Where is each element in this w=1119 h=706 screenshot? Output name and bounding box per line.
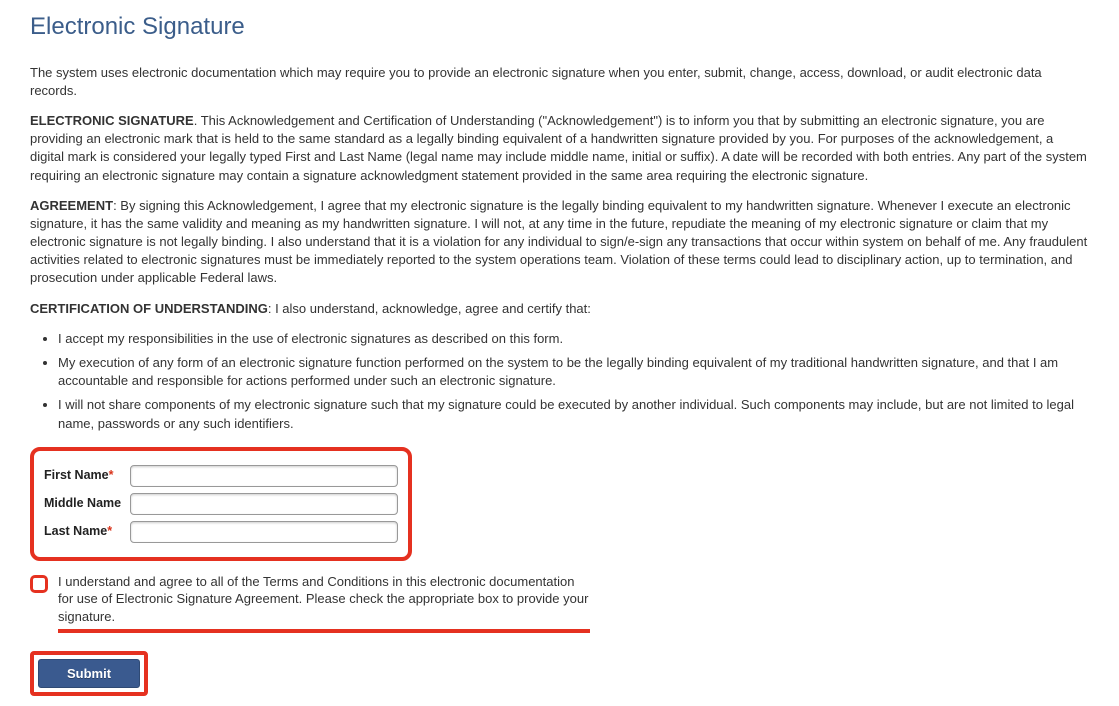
required-mark: * xyxy=(109,468,114,482)
submit-highlight: Submit xyxy=(30,651,148,696)
list-item: My execution of any form of an electroni… xyxy=(58,354,1089,390)
agreement-paragraph: AGREEMENT: By signing this Acknowledgeme… xyxy=(30,197,1089,288)
certification-label: CERTIFICATION OF UNDERSTANDING xyxy=(30,301,268,316)
agreement-label: AGREEMENT xyxy=(30,198,113,213)
certification-list: I accept my responsibilities in the use … xyxy=(30,330,1089,433)
required-mark: * xyxy=(107,524,112,538)
last-name-label: Last Name* xyxy=(44,523,130,541)
submit-button[interactable]: Submit xyxy=(38,659,140,688)
first-name-input[interactable] xyxy=(130,465,398,487)
last-name-input[interactable] xyxy=(130,521,398,543)
page-title: Electronic Signature xyxy=(30,10,1089,44)
list-item: I accept my responsibilities in the use … xyxy=(58,330,1089,348)
consent-row: I understand and agree to all of the Ter… xyxy=(30,573,590,634)
electronic-signature-label: ELECTRONIC SIGNATURE xyxy=(30,113,194,128)
agreement-text: : By signing this Acknowledgement, I agr… xyxy=(30,198,1087,286)
consent-checkbox[interactable] xyxy=(30,575,48,593)
electronic-signature-paragraph: ELECTRONIC SIGNATURE. This Acknowledgeme… xyxy=(30,112,1089,185)
name-input-group: First Name* Middle Name Last Name* xyxy=(30,447,412,561)
certification-text: : I also understand, acknowledge, agree … xyxy=(268,301,591,316)
middle-name-input[interactable] xyxy=(130,493,398,515)
consent-text: I understand and agree to all of the Ter… xyxy=(58,573,590,634)
certification-paragraph: CERTIFICATION OF UNDERSTANDING: I also u… xyxy=(30,300,1089,318)
list-item: I will not share components of my electr… xyxy=(58,396,1089,432)
intro-paragraph: The system uses electronic documentation… xyxy=(30,64,1089,100)
first-name-label: First Name* xyxy=(44,467,130,485)
middle-name-label: Middle Name xyxy=(44,495,130,513)
